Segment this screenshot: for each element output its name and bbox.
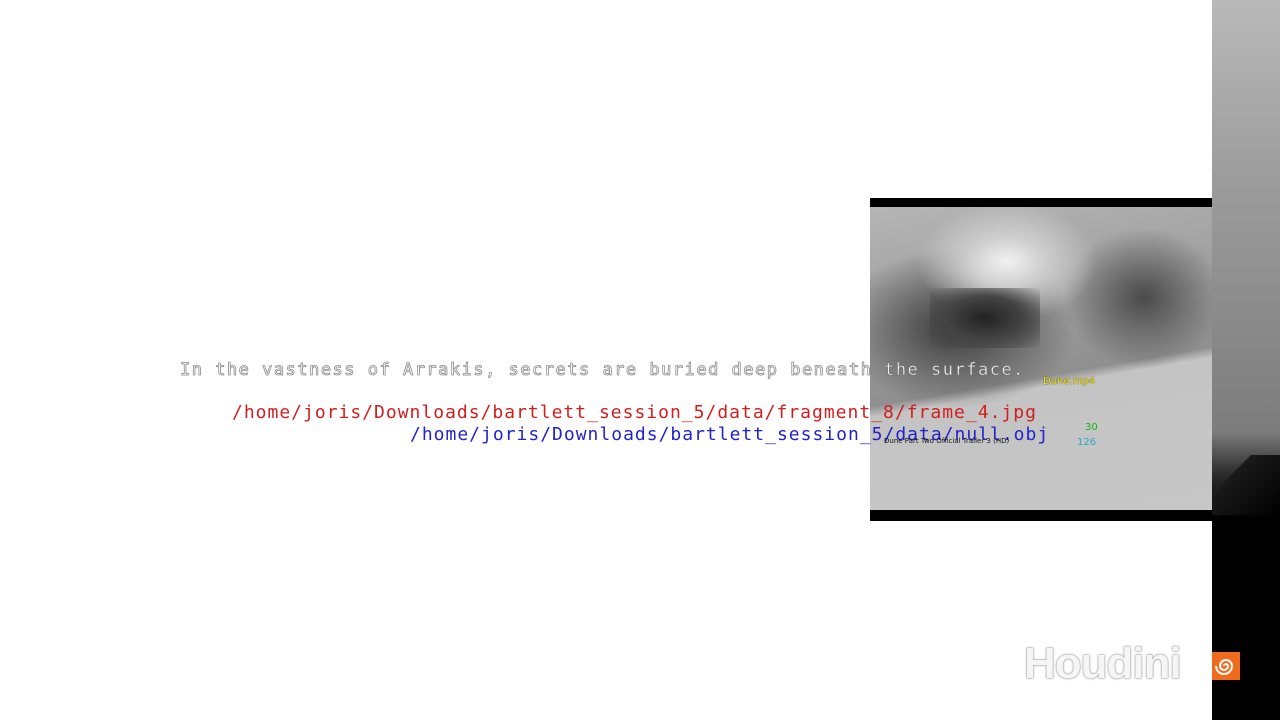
caption-text: In the vastness of Arrakis, secrets are … [180, 360, 1025, 381]
viewport: In the vastness of Arrakis, secrets are … [0, 0, 1280, 720]
video-title-label: Dune Part Two Official Trailer 3 (HD) [884, 437, 1010, 445]
video-filename-label: Dune.mp4 [1043, 376, 1096, 387]
frame-counter-top: 30 [1085, 422, 1098, 433]
houdini-watermark: Houdini [1024, 640, 1244, 688]
houdini-swirl-icon [1212, 652, 1240, 680]
houdini-logo-text: Houdini [1024, 639, 1182, 688]
background-image-strip [1212, 0, 1280, 720]
frame-counter-bottom: 126 [1077, 437, 1097, 448]
fragment-path-text: /home/joris/Downloads/bartlett_session_5… [232, 402, 1037, 423]
background-silhouette [1212, 455, 1280, 515]
video-frame-debris [930, 288, 1040, 348]
